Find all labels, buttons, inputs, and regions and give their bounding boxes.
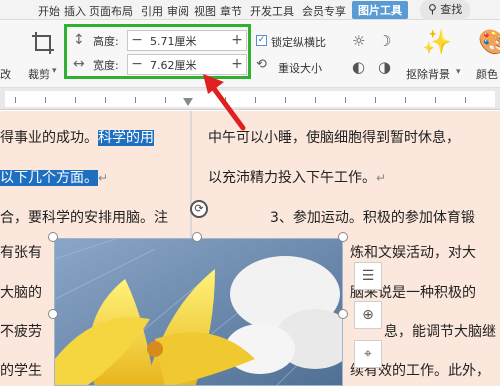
tab-picture-tools[interactable]: 图片工具 [352,1,408,19]
ribbon-tab-bar: 开始 插入 页面布局 引用 审阅 视图 章节 开发工具 会员专享 图片工具 ⚲ … [0,0,500,20]
paragraph-mark-icon: ↵ [98,171,109,185]
horizontal-ruler[interactable] [0,88,500,110]
left-line-3: 合，要科学的安排用脑。注 [0,210,168,226]
ruler-tick [375,97,376,103]
selected-text[interactable]: 科学的用 [98,130,154,146]
height-input[interactable] [150,32,226,49]
search-icon: ⚲ [428,2,437,16]
ribbon-partial-label: 改 [0,68,11,81]
tab-references[interactable]: 引用 [141,3,163,19]
ruler-tick [225,97,226,103]
ruler-tick [285,97,286,103]
magic-wand-icon: ✨ [422,28,452,56]
width-decrease-button[interactable]: − [128,55,146,74]
width-icon: ↔ [73,56,85,72]
size-annotation-box: ↕ 高度: − + ↔ 宽度: − + [64,24,251,79]
rotate-handle-icon[interactable]: ⟳ [190,200,208,218]
ruler-tick [45,97,46,103]
resize-handle-middle-right[interactable] [338,309,348,319]
height-stepper: − + [127,30,247,51]
tab-section[interactable]: 章节 [220,3,242,19]
right-line-2: 以充沛精力投入下午工作。↵ [208,170,387,186]
lock-aspect-ratio-checkbox[interactable]: ✓ [256,35,267,46]
lily-flower-image [55,239,342,385]
height-icon: ↕ [73,32,85,48]
left-line-7: 的学生 [0,363,42,379]
left-line-6: 不疲劳 [0,324,42,340]
left-line-5: 大脑的 [0,285,42,301]
remove-background-label: 抠除背景 [406,68,450,81]
crop-dropdown-icon[interactable]: ▾ [52,66,57,76]
crop-label: 裁剪 [28,68,50,81]
left-line-1: 得事业的成功。科学的用 [0,130,154,146]
resize-handle-top-left[interactable] [48,232,58,242]
resize-handle-top-right[interactable] [338,232,348,242]
ruler-indent-marker[interactable] [183,98,193,106]
resize-handle-middle-left[interactable] [48,309,58,319]
tab-developer[interactable]: 开发工具 [250,3,294,19]
width-row: ↔ 宽度: − + [73,54,247,75]
selected-text[interactable]: 以下几个方面。 [0,170,98,186]
color-button[interactable]: 🎨 颜色 [474,28,500,84]
height-increase-button[interactable]: + [228,31,246,50]
right-line-6: 息，能调节大脑继 [384,324,496,340]
ruler-tick [105,97,106,103]
brightness-decrease-icon[interactable]: ☽ [378,34,391,49]
tab-insert[interactable]: 插入 [64,3,86,19]
reset-size-button[interactable]: ⟲ 重设大小 [256,58,334,76]
height-label: 高度: [93,35,119,48]
width-increase-button[interactable]: + [228,55,246,74]
zoom-picture-button[interactable]: ⊕ [354,301,382,329]
tab-review[interactable]: 审阅 [167,3,189,19]
right-line-4: 炼和文娱活动，对大 [350,245,476,261]
reset-size-icon: ⟲ [256,57,267,72]
remove-background-dropdown-icon: ▾ [456,67,461,77]
tab-page-layout[interactable]: 页面布局 [89,3,133,19]
width-stepper: − + [127,54,247,75]
ruler-tick [315,97,316,103]
layout-options-icon: ☰ [361,268,375,284]
left-line-4: 有张有 [0,245,42,261]
search-button[interactable]: ⚲ 查找 [420,0,471,20]
ruler-tick [15,97,16,103]
tab-view[interactable]: 视图 [194,3,216,19]
tab-member[interactable]: 会员专享 [302,3,346,19]
zoom-in-icon: ⊕ [362,307,374,323]
color-label: 颜色 [476,68,498,81]
height-decrease-button[interactable]: − [128,31,146,50]
selected-picture[interactable] [54,238,343,386]
tab-home[interactable]: 开始 [38,3,60,19]
remove-background-button[interactable]: ✨ 抠除背景 ▾ [406,28,466,84]
width-input[interactable] [150,56,226,73]
brightness-increase-icon[interactable]: ☼ [352,34,365,49]
height-row: ↕ 高度: − + [73,30,247,51]
contrast-increase-icon[interactable]: ◐ [352,60,365,75]
paragraph-mark-icon: ↵ [376,171,387,185]
picture-tools-ribbon: 改 裁剪 ▾ ↕ 高度: − + ↔ 宽度: − + ✓ [0,20,500,88]
ruler-tick [435,97,436,103]
lock-aspect-ratio-label: 锁定纵横比 [271,36,326,49]
ruler-tick [165,97,166,103]
left-line-2: 以下几个方面。↵ [0,167,108,187]
crop-icon [32,32,54,54]
ruler-tick [465,97,466,103]
reset-size-label: 重设大小 [278,62,322,75]
ruler-tick [405,97,406,103]
contrast-decrease-icon[interactable]: ◑ [378,60,391,75]
ruler-track [5,91,495,107]
palette-icon: 🎨 [478,28,500,56]
ruler-tick [255,97,256,103]
ruler-tick [135,97,136,103]
right-line-1: 中午可以小睡，使脑细胞得到暂时休息， [208,130,460,146]
ruler-tick [345,97,346,103]
crop-picture-button[interactable]: ⌖ [354,340,382,368]
search-label: 查找 [440,3,463,16]
width-label: 宽度: [93,59,119,72]
ruler-tick [75,97,76,103]
right-line-3: 3、参加运动。积极的参加体育锻 [270,210,475,226]
layout-options-button[interactable]: ☰ [354,262,382,290]
crop-icon: ⌖ [364,346,372,362]
resize-handle-top-center[interactable] [192,232,202,242]
